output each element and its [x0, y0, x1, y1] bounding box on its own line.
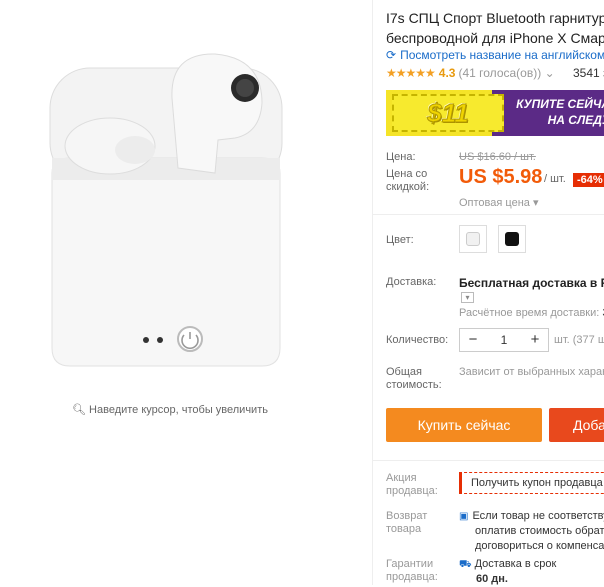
- price-unit: / шт.: [544, 173, 566, 185]
- translate-icon: ⟳: [386, 48, 397, 62]
- return-policy: ▣ Если товар не соответству оплатив стоим…: [459, 509, 604, 554]
- total-value: Зависит от выбранных харак: [459, 366, 604, 378]
- old-price: US $16.60 / шт.: [459, 151, 536, 163]
- return-line-3: договориться о компенса: [475, 540, 604, 552]
- chevron-down-icon: ⌄: [544, 66, 555, 80]
- total-label: Общая стоимость:: [386, 366, 442, 391]
- zoom-hint: 🔍︎ Наведите курсор, чтобы увеличить: [0, 403, 340, 416]
- product-image[interactable]: [40, 48, 340, 378]
- discount-badge: -64%: [573, 173, 604, 187]
- shipping-time-label: Расчётное время доставки:: [459, 307, 600, 319]
- promo-banner[interactable]: $11 КУПИТЕ СЕЙЧА НА СЛЕДУ: [386, 90, 604, 136]
- product-gallery: 🔍︎ Наведите курсор, чтобы увеличить: [0, 0, 372, 585]
- buy-now-button[interactable]: Купить сейчас: [386, 408, 542, 442]
- black-earbuds-icon: [505, 232, 519, 246]
- guarantee-label: Гарантии продавца:: [386, 558, 438, 583]
- section-divider: [372, 214, 604, 215]
- guarantee-info: ⛟ Доставка в срок 60 дн.: [459, 557, 556, 587]
- banner-cta: КУПИТЕ СЕЙЧА НА СЛЕДУ: [510, 96, 604, 128]
- zoom-hint-text: Наведите курсор, чтобы увеличить: [89, 404, 268, 416]
- seller-promo-label: Акция продавца:: [386, 472, 438, 497]
- sale-price: US $5.98: [459, 166, 543, 188]
- votes-count: (41 голоса(ов)): [458, 66, 542, 80]
- guarantee-line-1: Доставка в срок: [474, 558, 557, 570]
- rating[interactable]: ★★★★★ 4.3 (41 голоса(ов)) ⌄: [386, 66, 555, 80]
- title-line-1: I7s СПЦ Спорт Bluetooth гарнитура: [386, 10, 604, 26]
- quantity-available: шт. (377 ш: [554, 334, 604, 346]
- get-coupon-button[interactable]: Получить купон продавца: [459, 472, 604, 494]
- color-swatch-white[interactable]: [459, 225, 487, 253]
- banner-cta-line2: НА СЛЕДУ: [547, 113, 604, 127]
- section-divider: [372, 460, 604, 461]
- add-to-cart-button[interactable]: Доба: [549, 408, 604, 442]
- wholesale-dropdown[interactable]: Оптовая цена ▾: [459, 196, 538, 209]
- orders-count: 3541 з: [573, 66, 604, 80]
- shipping-value: Бесплатная доставка в Russ: [459, 276, 604, 290]
- divider: [372, 0, 373, 585]
- caret-down-icon: ▾: [532, 197, 539, 209]
- shipping-label: Доставка:: [386, 276, 437, 288]
- return-label: Возврат товара: [386, 510, 428, 535]
- magnifier-icon: 🔍︎: [72, 404, 86, 416]
- minus-button[interactable]: −: [462, 329, 484, 351]
- product-title: I7s СПЦ Спорт Bluetooth гарнитура беспро…: [386, 8, 604, 48]
- color-swatch-black[interactable]: [498, 225, 526, 253]
- star-rating-icon: ★★★★★: [386, 66, 436, 80]
- rating-score: 4.3: [438, 66, 456, 80]
- quantity-input[interactable]: 1: [484, 329, 524, 351]
- banner-cta-line1: КУПИТЕ СЕЙЧА: [516, 97, 604, 111]
- return-line-1: Если товар не соответству: [472, 510, 604, 522]
- quantity-stepper: − 1 +: [459, 328, 549, 352]
- banner-amount: $11: [392, 94, 504, 132]
- price-label: Цена:: [386, 151, 416, 163]
- color-label: Цвет:: [386, 234, 414, 246]
- title-line-2: беспроводной для iPhone X Смартф: [386, 30, 604, 46]
- white-earbuds-icon: [466, 232, 480, 246]
- return-icon: ▣: [459, 511, 469, 522]
- shipping-dropdown-icon[interactable]: ▾: [461, 292, 474, 303]
- sale-price-label: Цена со скидкой:: [386, 168, 430, 193]
- truck-icon: ⛟: [459, 559, 472, 570]
- wholesale-label: Оптовая цена: [459, 197, 530, 209]
- plus-button[interactable]: +: [524, 329, 546, 351]
- shipping-time: Расчётное время доставки: 3: [459, 307, 604, 319]
- return-line-2: оплатив стоимость обрат: [475, 525, 604, 537]
- quantity-label: Количество:: [386, 334, 449, 346]
- translate-link[interactable]: ⟳ Посмотреть название на английском: [386, 48, 604, 62]
